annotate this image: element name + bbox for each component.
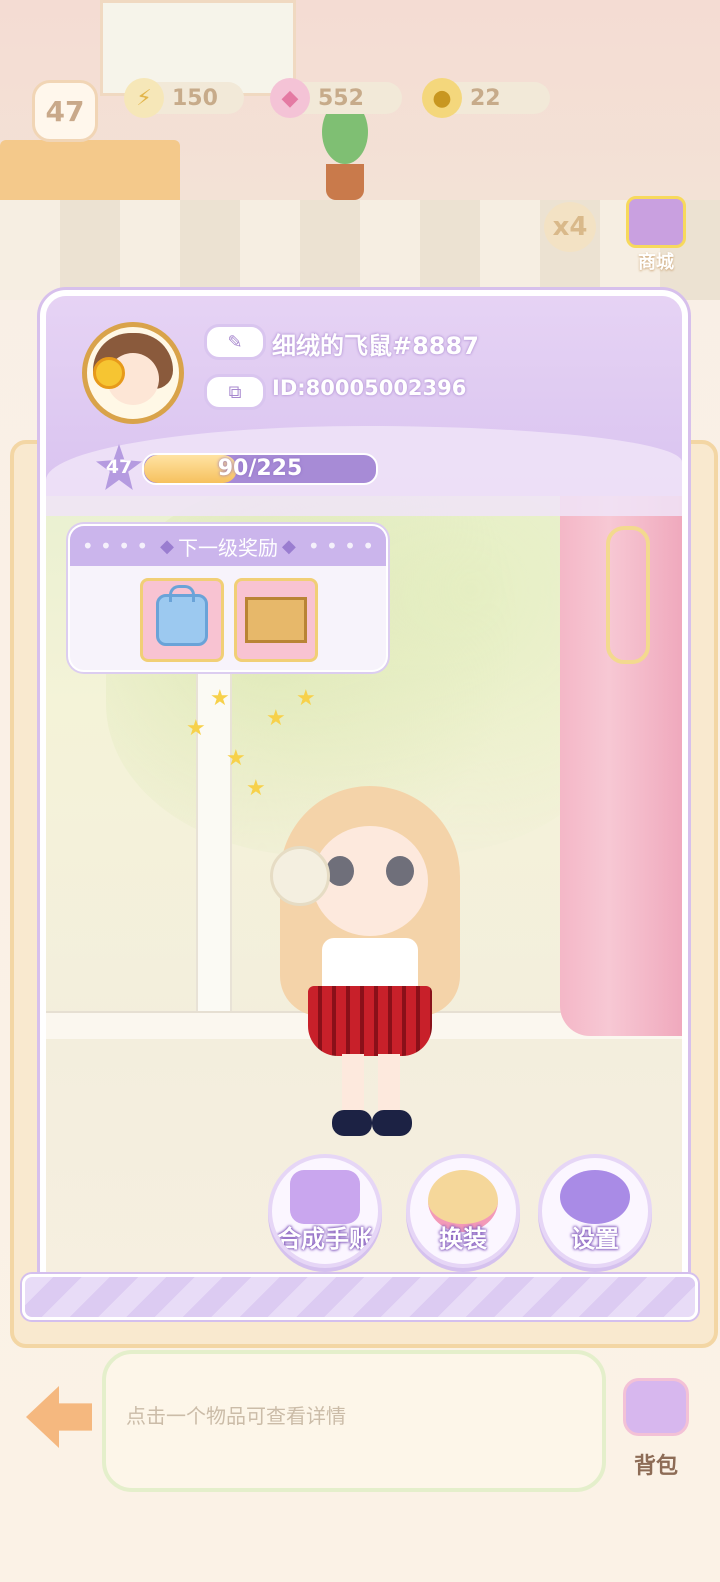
bag-button[interactable]: 背包: [616, 1378, 696, 1479]
merge-journal-label: 合成手账: [277, 1225, 373, 1253]
reward-item-bag[interactable]: [140, 578, 224, 662]
shop-label: 商城: [638, 252, 674, 273]
sunflower-icon: [93, 357, 125, 389]
cardboard-box-icon: [245, 597, 307, 643]
xp-progress-bar: 90/225: [142, 453, 378, 485]
diamond-icon: ◆: [282, 535, 296, 557]
player-nickname: 细绒的飞鼠#8887: [272, 332, 479, 360]
energy-counter[interactable]: ⚡ 150: [124, 78, 244, 118]
gem-counter[interactable]: ◆ 552: [270, 78, 402, 118]
shop-button[interactable]: 商城: [624, 196, 688, 276]
bag-label: 背包: [633, 1454, 678, 1479]
coin-counter[interactable]: ● 22: [422, 78, 550, 118]
profile-panel: ✎ 细绒的飞鼠#8887 ⧉ ID:80005002396 47 90/225 …: [40, 290, 688, 1298]
energy-value: 150: [172, 85, 218, 111]
merge-journal-button[interactable]: 合成手账: [268, 1154, 382, 1268]
pencil-icon: ✎: [227, 331, 243, 353]
settings-label: 设置: [571, 1225, 619, 1253]
copy-id-button[interactable]: ⧉: [204, 374, 266, 410]
gem-icon: ◆: [270, 78, 310, 118]
shop-icon: [626, 196, 686, 248]
profile-avatar[interactable]: [82, 322, 184, 424]
player-level-badge[interactable]: 47: [32, 80, 98, 142]
plant-decoration: [322, 100, 368, 200]
blue-bag-icon: [156, 585, 208, 646]
journal-book-icon: [290, 1170, 360, 1224]
gear-icon: [560, 1170, 630, 1224]
dress-up-button[interactable]: 换装: [406, 1154, 520, 1268]
item-info-bar: 点击一个物品可查看详情: [102, 1350, 606, 1492]
curtain-ribbon: [606, 526, 650, 664]
dress-up-label: 换装: [439, 1225, 487, 1253]
reward-item-box[interactable]: [234, 578, 318, 662]
gem-value: 552: [318, 85, 364, 111]
edit-name-button[interactable]: ✎: [204, 324, 266, 360]
settings-button[interactable]: 设置: [538, 1154, 652, 1268]
multiplier-button[interactable]: x4: [544, 202, 596, 252]
reward-title: 下一级奖励: [178, 535, 278, 560]
character-doll: [260, 786, 480, 1156]
diamond-icon: ◆: [160, 535, 174, 557]
player-id: ID:80005002396: [272, 376, 467, 400]
coin-value: 22: [470, 85, 501, 111]
next-level-reward-box: • • • • ◆ 下一级奖励 ◆ • • • •: [68, 524, 388, 672]
coin-icon: ●: [422, 78, 462, 118]
bag-icon: [623, 1378, 689, 1436]
back-arrow-icon[interactable]: [26, 1386, 92, 1448]
reward-title-bar: • • • • ◆ 下一级奖励 ◆ • • • •: [70, 526, 386, 566]
item-hint-text: 点击一个物品可查看详情: [126, 1404, 346, 1428]
background-floor: [0, 200, 720, 300]
panel-base-stripe: [22, 1274, 698, 1320]
lightning-icon: ⚡: [124, 78, 164, 118]
xp-progress-text: 90/225: [217, 456, 303, 481]
white-flower-icon: [270, 846, 330, 906]
copy-icon: ⧉: [228, 381, 242, 403]
